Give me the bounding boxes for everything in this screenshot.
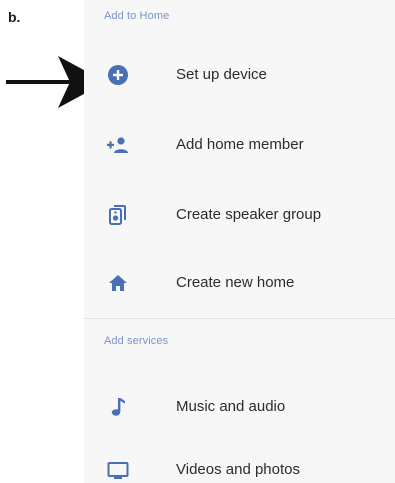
page: b. Add to Home Set up device Add home me… [0,0,395,483]
menu-label-music-and-audio: Music and audio [176,398,286,415]
section-header-add-to-home: Add to Home [104,10,170,22]
section-header-add-services: Add services [104,335,169,347]
menu-item-add-home-member[interactable]: Add home member [84,120,395,170]
home-icon [109,275,127,291]
menu-item-create-new-home[interactable]: Create new home [84,258,395,308]
music-note-icon [111,398,125,416]
menu-item-music-and-audio[interactable]: Music and audio [84,382,395,432]
add-circle-icon [108,65,128,85]
menu-label-set-up-device: Set up device [176,66,267,83]
menu-label-create-speaker-group: Create speaker group [176,206,322,223]
tv-icon [107,462,129,479]
menu-label-videos-and-photos: Videos and photos [176,461,300,478]
speaker-group-icon [109,205,126,225]
menu-item-create-speaker-group[interactable]: Create speaker group [84,190,395,240]
menu-label-create-new-home: Create new home [176,274,295,291]
add-menu-panel: Add to Home Set up device Add home membe… [84,0,395,483]
add-person-icon [107,137,128,153]
menu-item-videos-and-photos[interactable]: Videos and photos [84,445,395,483]
menu-label-add-home-member: Add home member [176,136,304,153]
menu-item-set-up-device[interactable]: Set up device [84,50,395,100]
section-divider [84,318,395,319]
figure-label: b. [8,9,21,25]
